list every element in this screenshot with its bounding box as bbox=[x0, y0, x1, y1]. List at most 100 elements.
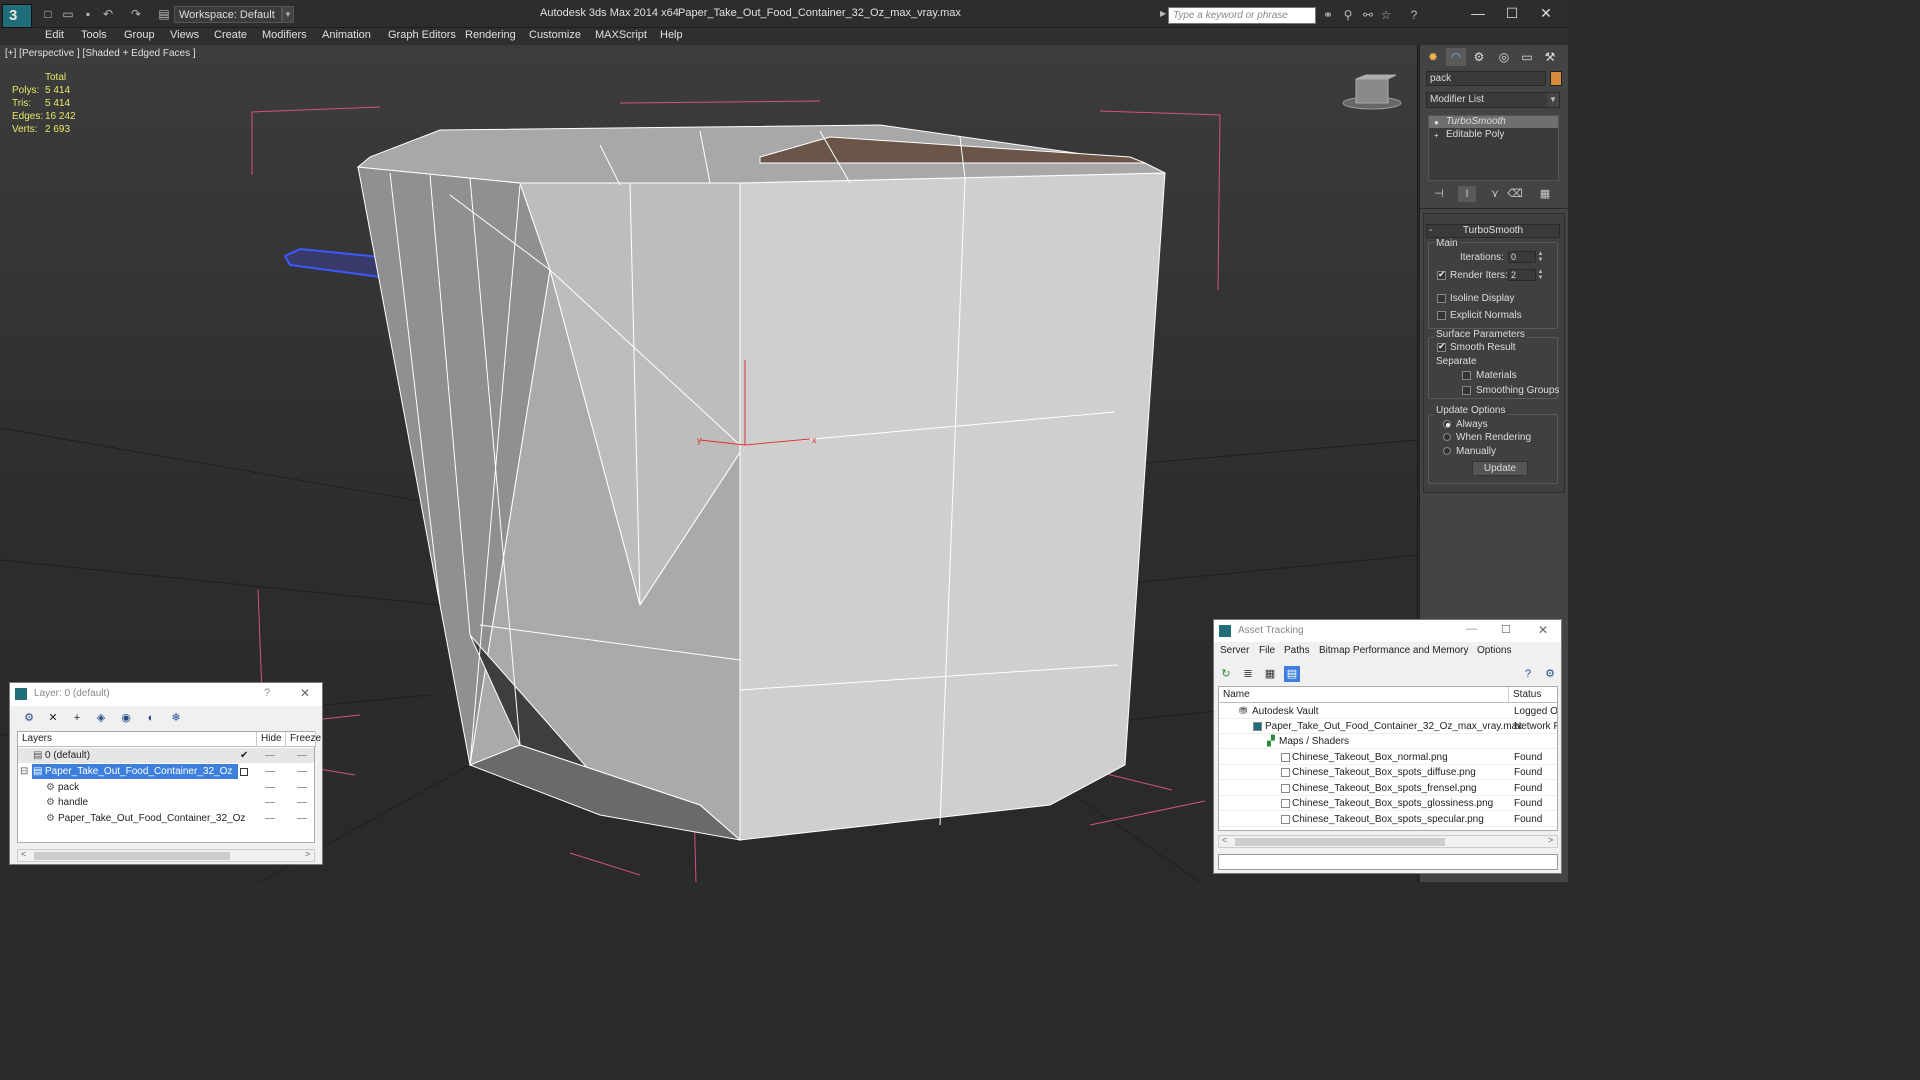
configure-sets-icon[interactable]: ▦ bbox=[1536, 186, 1554, 202]
undo-icon[interactable]: ↶ bbox=[100, 7, 116, 21]
menu-graph-editors[interactable]: Graph Editors bbox=[388, 28, 456, 45]
menu-tools[interactable]: Tools bbox=[81, 28, 107, 45]
object-color-swatch[interactable] bbox=[1550, 71, 1562, 86]
open-file-icon[interactable]: ▭ bbox=[60, 7, 76, 21]
menu-group[interactable]: Group bbox=[124, 28, 155, 45]
menu-bitmap-performance[interactable]: Bitmap Performance and Memory bbox=[1319, 645, 1469, 656]
maximize-button[interactable]: ☐ bbox=[1501, 623, 1511, 636]
make-unique-icon[interactable]: ⋎ bbox=[1486, 186, 1504, 202]
pin-stack-icon[interactable]: ⊣ bbox=[1430, 186, 1448, 202]
object-name-input[interactable]: pack bbox=[1426, 71, 1546, 86]
add-to-layer-icon[interactable]: + bbox=[68, 710, 86, 726]
lightbulb-icon[interactable]: ● bbox=[1434, 117, 1439, 129]
menu-server[interactable]: Server bbox=[1220, 645, 1249, 656]
minimize-button[interactable]: — bbox=[1466, 623, 1477, 635]
help-icon[interactable]: ? bbox=[1520, 666, 1536, 682]
menu-views[interactable]: Views bbox=[170, 28, 199, 45]
menu-help[interactable]: Help bbox=[660, 28, 683, 45]
spinner-arrows-icon[interactable]: ▲ ▼ bbox=[1537, 251, 1544, 263]
expand-plus-icon[interactable]: + bbox=[1434, 130, 1439, 142]
hierarchy-tab-icon[interactable]: ⚙ bbox=[1469, 48, 1489, 66]
collapse-minus-icon[interactable]: - bbox=[1429, 225, 1432, 236]
keyword-search-input[interactable]: Type a keyword or phrase bbox=[1168, 7, 1316, 24]
name-column-header[interactable]: Name bbox=[1219, 687, 1509, 703]
collapse-icon[interactable]: ⊟ bbox=[20, 764, 28, 779]
menu-customize[interactable]: Customize bbox=[529, 28, 581, 45]
render-iters-checkbox[interactable] bbox=[1437, 269, 1446, 280]
viewcube-icon[interactable] bbox=[1342, 74, 1402, 110]
scroll-left-icon[interactable]: < bbox=[21, 849, 26, 859]
refresh-icon[interactable]: ↻ bbox=[1218, 666, 1234, 682]
viewport-label[interactable]: [+] [Perspective ] [Shaded + Edged Faces… bbox=[5, 48, 196, 59]
layer-row[interactable]: ⚙ Paper_Take_Out_Food_Container_32_Oz bbox=[18, 811, 314, 826]
menu-create[interactable]: Create bbox=[214, 28, 247, 45]
communication-icon[interactable]: ⚯ bbox=[1360, 8, 1376, 22]
asset-row[interactable]: Paper_Take_Out_Food_Container_32_Oz_max_… bbox=[1219, 719, 1557, 734]
create-tab-icon[interactable]: ✹ bbox=[1423, 48, 1443, 66]
help-icon[interactable]: ? bbox=[1406, 8, 1422, 22]
asset-row[interactable]: ▞ Maps / Shaders bbox=[1219, 734, 1557, 749]
asset-row[interactable]: Chinese_Takeout_Box_spots_glossiness.png… bbox=[1219, 796, 1557, 811]
menu-file[interactable]: File bbox=[1259, 645, 1275, 656]
status-column-header[interactable]: Status bbox=[1509, 687, 1557, 703]
project-folder-icon[interactable]: ▤ bbox=[156, 7, 172, 21]
materials-checkbox[interactable] bbox=[1462, 371, 1471, 380]
scroll-right-icon[interactable]: > bbox=[305, 849, 310, 859]
layer-row[interactable]: ⚙ pack bbox=[18, 780, 314, 795]
horizontal-scrollbar[interactable]: < > bbox=[1218, 835, 1558, 848]
show-end-result-icon[interactable]: I bbox=[1458, 186, 1476, 202]
motion-tab-icon[interactable]: ◎ bbox=[1494, 48, 1514, 66]
menu-modifiers[interactable]: Modifiers bbox=[262, 28, 307, 45]
redo-icon[interactable]: ↷ bbox=[128, 7, 144, 21]
asset-row[interactable]: Chinese_Takeout_Box_spots_specular.png F… bbox=[1219, 812, 1557, 827]
favorites-star-icon[interactable]: ☆ bbox=[1378, 8, 1394, 22]
smoothing-groups-checkbox[interactable] bbox=[1462, 386, 1471, 395]
asset-row[interactable]: ⛃ Autodesk Vault Logged Out bbox=[1219, 704, 1557, 719]
isoline-display-checkbox[interactable] bbox=[1437, 294, 1446, 303]
asset-row[interactable]: Chinese_Takeout_Box_normal.png Found bbox=[1219, 750, 1557, 765]
freeze-all-layers-icon[interactable]: ❄ bbox=[167, 710, 185, 726]
menu-animation[interactable]: Animation bbox=[322, 28, 371, 45]
modify-tab-icon[interactable]: ◠ bbox=[1446, 48, 1466, 66]
app-logo-icon[interactable]: 3 bbox=[2, 4, 32, 28]
menu-options[interactable]: Options bbox=[1477, 645, 1511, 656]
chevron-down-icon[interactable]: ▼ bbox=[1547, 93, 1559, 107]
binoculars-icon[interactable]: ⚭ bbox=[1320, 8, 1336, 22]
scroll-left-icon[interactable]: < bbox=[1222, 835, 1227, 845]
horizontal-scrollbar[interactable]: < > bbox=[17, 849, 315, 862]
list-view-icon[interactable]: ≣ bbox=[1240, 666, 1256, 682]
menu-maxscript[interactable]: MAXScript bbox=[595, 28, 647, 45]
modifier-list-dropdown[interactable]: Modifier List bbox=[1426, 92, 1560, 108]
stack-item-turbosmooth[interactable]: ● TurboSmooth bbox=[1429, 116, 1558, 128]
close-button[interactable]: ✕ bbox=[1538, 623, 1548, 637]
chevron-down-icon[interactable]: ▼ bbox=[282, 6, 294, 23]
remove-modifier-icon[interactable]: ⌫ bbox=[1506, 186, 1524, 202]
layer-row[interactable]: ⚙ handle bbox=[18, 795, 314, 810]
explicit-normals-checkbox[interactable] bbox=[1437, 311, 1446, 320]
menu-rendering[interactable]: Rendering bbox=[465, 28, 516, 45]
render-iters-spinner[interactable]: 2 bbox=[1508, 269, 1536, 281]
scrollbar-thumb[interactable] bbox=[34, 852, 230, 860]
update-button[interactable]: Update bbox=[1472, 461, 1528, 476]
display-tab-icon[interactable]: ▭ bbox=[1517, 48, 1537, 66]
always-radio[interactable] bbox=[1443, 420, 1451, 428]
table-view-icon[interactable]: ▤ bbox=[1284, 666, 1300, 682]
menu-paths[interactable]: Paths bbox=[1284, 645, 1310, 656]
new-layer-icon[interactable]: ⚙ bbox=[20, 710, 38, 726]
hide-all-layers-icon[interactable]: ◐ bbox=[142, 710, 160, 726]
hide-column-header[interactable]: Hide bbox=[257, 732, 286, 747]
layer-row[interactable]: ⊟ ▤ Paper_Take_Out_Food_Container_32_Oz bbox=[18, 764, 314, 779]
workspace-dropdown[interactable]: Workspace: Default bbox=[174, 6, 282, 23]
smooth-result-checkbox[interactable] bbox=[1437, 341, 1446, 352]
thumbnail-view-icon[interactable]: ▦ bbox=[1262, 666, 1278, 682]
menu-edit[interactable]: Edit bbox=[45, 28, 64, 45]
subscription-icon[interactable]: ⚲ bbox=[1340, 8, 1356, 22]
stack-item-editable-poly[interactable]: + Editable Poly bbox=[1429, 129, 1558, 141]
iterations-spinner[interactable]: 0 bbox=[1508, 251, 1536, 263]
settings-icon[interactable]: ⚙ bbox=[1542, 666, 1558, 682]
when-rendering-radio[interactable] bbox=[1443, 433, 1451, 441]
expand-search-icon[interactable]: ▶ bbox=[1160, 9, 1166, 18]
scroll-right-icon[interactable]: > bbox=[1548, 835, 1553, 845]
new-file-icon[interactable]: □ bbox=[40, 7, 56, 21]
highlight-layer-icon[interactable]: ◉ bbox=[117, 710, 135, 726]
